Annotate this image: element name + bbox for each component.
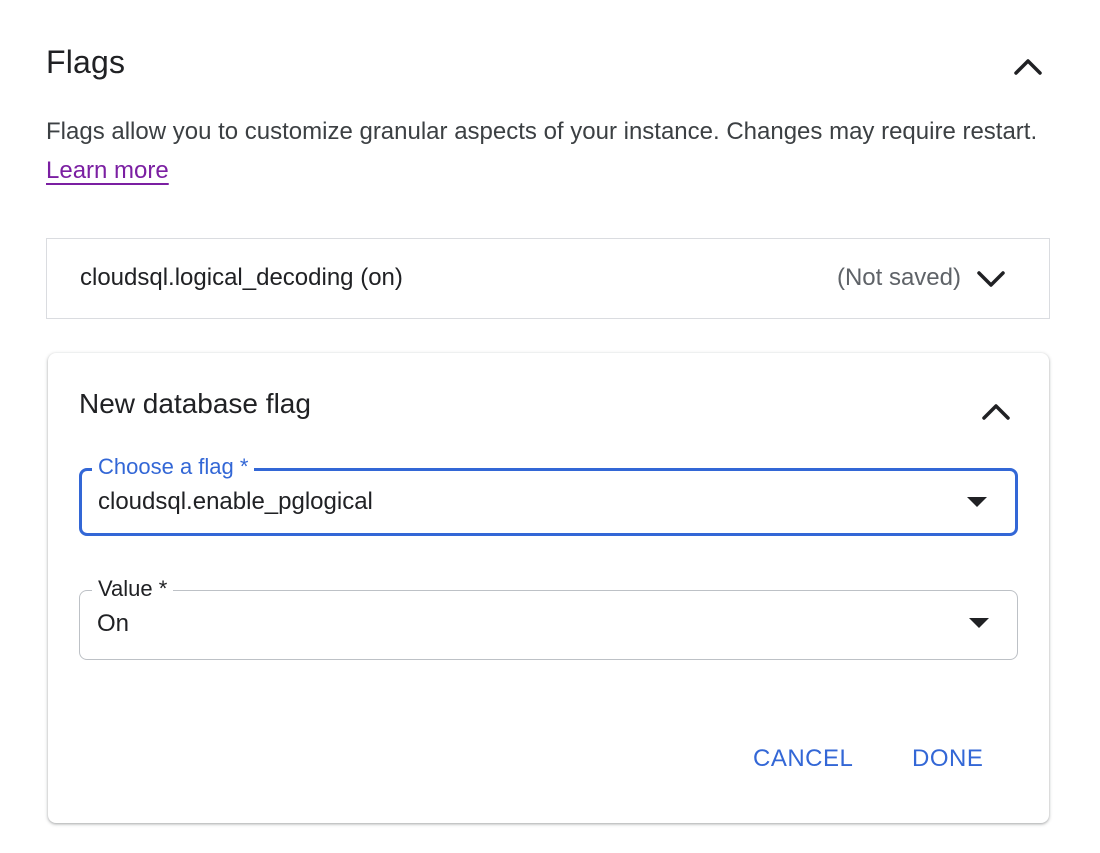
new-flag-title: New database flag: [79, 388, 311, 419]
chevron-down-icon[interactable]: [971, 259, 1011, 299]
done-button[interactable]: DONE: [912, 745, 983, 773]
new-database-flag-card: New database flag Choose a flag * clouds…: [48, 353, 1049, 823]
chevron-up-icon: [982, 404, 1010, 420]
saved-flag-name: cloudsql.logical_decoding (on): [80, 264, 403, 291]
cancel-button[interactable]: CANCEL: [753, 745, 853, 773]
chevron-up-icon: [1014, 59, 1042, 75]
new-flag-collapse-button[interactable]: [974, 389, 1018, 433]
flag-value-select[interactable]: Value * On: [79, 576, 1018, 660]
choose-flag-select[interactable]: Choose a flag * cloudsql.enable_pglogica…: [79, 454, 1018, 536]
saved-flag-status: (Not saved): [836, 264, 961, 291]
flags-section-collapse-button[interactable]: [1006, 44, 1050, 88]
flags-description: Flags allow you to customize granular as…: [46, 112, 1046, 190]
choose-flag-value: cloudsql.enable_pglogical: [98, 488, 373, 515]
dropdown-arrow-icon: [969, 618, 989, 628]
learn-more-link[interactable]: Learn more: [46, 157, 169, 184]
flags-section-title: Flags: [46, 44, 126, 80]
choose-flag-label: Choose a flag *: [92, 454, 255, 480]
flag-value-value: On: [97, 610, 130, 637]
saved-flag-row[interactable]: cloudsql.logical_decoding (on) (Not save…: [46, 238, 1050, 319]
dropdown-arrow-icon: [967, 497, 987, 507]
flags-description-text: Flags allow you to customize granular as…: [46, 118, 1038, 145]
flag-value-label: Value *: [92, 576, 174, 602]
